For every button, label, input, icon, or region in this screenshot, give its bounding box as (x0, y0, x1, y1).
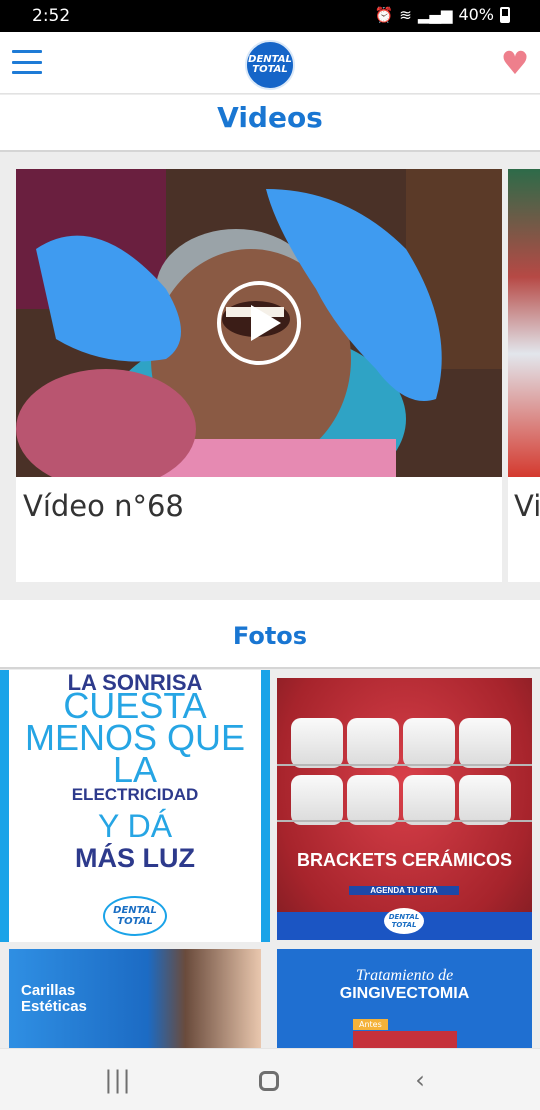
photo-tile-electricidad[interactable]: LA SONRISA CUESTA MENOS QUE LA ELECTRICI… (0, 670, 270, 942)
back-icon[interactable]: ‹ (400, 1063, 440, 1097)
photo-text: Tratamiento de (355, 967, 454, 984)
photo-text: GINGIVECTOMIA (339, 985, 470, 1002)
status-bar: 2:52 ⏰ ≋ ▂▄▆ 40% (0, 0, 540, 32)
signal-icon: ▂▄▆ (417, 5, 453, 24)
videos-section-title: Videos (0, 95, 540, 152)
recents-icon[interactable]: ||| (98, 1063, 138, 1097)
video-thumbnail[interactable] (16, 169, 502, 477)
hamburger-menu-icon[interactable] (12, 50, 42, 74)
video-card-next[interactable]: Vi (508, 169, 540, 582)
video-card[interactable]: Vídeo n°68 (16, 169, 502, 582)
status-icons: ⏰ ≋ ▂▄▆ 40% (375, 5, 510, 24)
play-icon[interactable] (217, 281, 301, 365)
photo-text: MÁS LUZ (75, 843, 195, 873)
photo-tile-brackets[interactable]: BRACKETS CERÁMICOS AGENDA TU CITA DENTAL… (277, 678, 532, 940)
app-bar: DENTAL TOTAL ♥ (0, 32, 540, 94)
system-nav-bar: ||| ‹ (0, 1048, 540, 1110)
photo-text: BRACKETS CERÁMICOS (296, 850, 512, 870)
photo-text: Carillas Estéticas (21, 982, 87, 1015)
video-title: Vídeo n°68 (23, 489, 184, 523)
teeth-image (291, 718, 517, 828)
wifi-icon: ≋ (399, 5, 412, 24)
photo-tile-gingivectomia[interactable]: Tratamiento de GINGIVECTOMIA Antes (277, 949, 532, 1049)
home-icon[interactable] (249, 1063, 289, 1097)
photo-text: Y DÁ (97, 808, 173, 844)
photo-tile-carillas[interactable]: Carillas Estéticas (9, 949, 261, 1049)
favorites-heart-icon[interactable]: ♥ (498, 46, 532, 80)
battery-percent: 40% (458, 5, 494, 24)
dental-total-logo: DENTAL TOTAL (384, 908, 424, 934)
battery-icon (500, 6, 510, 23)
photo-text: AGENDA TU CITA (349, 886, 459, 895)
photo-text: ELECTRICIDAD (71, 785, 199, 804)
dental-total-logo[interactable]: DENTAL TOTAL (245, 40, 295, 90)
status-time: 2:52 (32, 6, 71, 26)
video-title-next: Vi (514, 489, 540, 523)
dental-total-logo: DENTAL TOTAL (103, 896, 167, 936)
photo-tag: Antes (353, 1019, 388, 1030)
photo-text: CUESTA MENOS QUE LA (24, 685, 246, 790)
photos-section-title: Fotos (0, 600, 540, 669)
alarm-icon: ⏰ (374, 5, 394, 24)
video-thumbnail-next[interactable] (508, 169, 540, 477)
